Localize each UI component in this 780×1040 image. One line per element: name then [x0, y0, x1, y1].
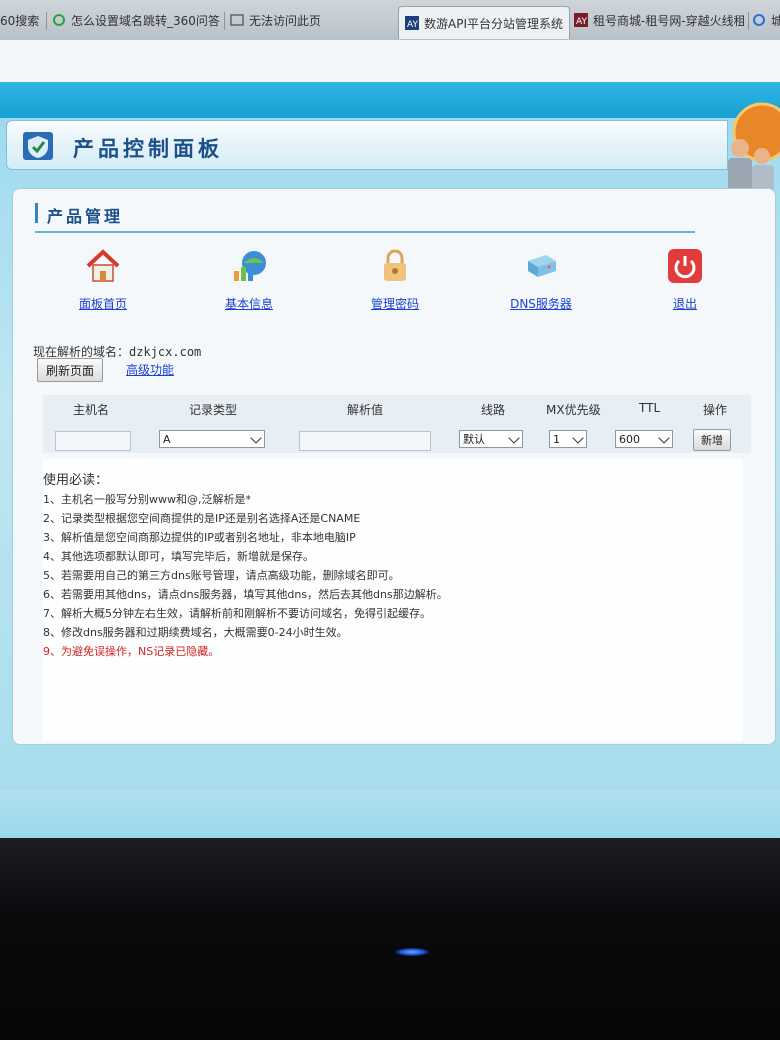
note-item: 2、记录类型根据您空间商提供的是IP还是别名选择A还是CNAME — [43, 512, 361, 525]
chevron-down-icon — [658, 432, 670, 444]
monitor-screen: 60搜索 怎么设置域名跳转_360问答 无法访问此页 AY 数游API平台分站管… — [0, 0, 780, 840]
current-domain-value: dzkjcx.com — [129, 345, 202, 359]
nav-item-basic-info[interactable]: 基本信息 — [219, 247, 279, 312]
note-item: 4、其他选项都默认即可，填写完毕后，新增就是保存。 — [43, 550, 314, 563]
note-item: 1、主机名一般写分别www和@,泛解析是* — [43, 493, 251, 506]
tab-label: 城 — [771, 13, 780, 28]
column-header: 操作 — [703, 403, 728, 417]
notes-title: 使用必读： — [43, 473, 109, 488]
column-header: 记录类型 — [189, 403, 238, 417]
ttl-select[interactable]: 600 — [615, 430, 673, 448]
tab-label: 无法访问此页 — [249, 13, 322, 28]
nav-label[interactable]: 基本信息 — [219, 295, 279, 312]
site-logo-icon: AY — [574, 13, 588, 27]
header-banner — [0, 82, 780, 118]
product-management-panel: 产品管理 面板首页 基本信息 管理密码 DNS服务器 退出 现在解析的域名：dz… — [12, 188, 776, 745]
nav-label[interactable]: DNS服务器 — [505, 295, 577, 312]
site-logo-icon: AY — [405, 16, 419, 30]
usage-notes: 使用必读： 1、主机名一般写分别www和@,泛解析是* 2、记录类型根据您空间商… — [43, 459, 743, 741]
browser-tab-bar: 60搜索 怎么设置域名跳转_360问答 无法访问此页 AY 数游API平台分站管… — [0, 0, 780, 41]
nav-label[interactable]: 退出 — [655, 295, 715, 312]
tab-label: 数游API平台分站管理系统 — [424, 16, 563, 31]
ttl-value: 600 — [619, 432, 640, 446]
browser-tab[interactable]: 怎么设置域名跳转_360问答 — [52, 8, 222, 32]
line-select[interactable]: 默认 — [459, 430, 523, 448]
section-accent-bar — [35, 203, 38, 223]
column-header: MX优先级 — [546, 403, 601, 417]
refresh-button[interactable]: 刷新页面 — [37, 358, 103, 382]
tab-label: 60搜索 — [0, 13, 40, 28]
section-header: 产品管理 — [35, 199, 695, 233]
add-record-button[interactable]: 新增 — [693, 429, 731, 451]
browser-tab[interactable]: 60搜索 — [0, 8, 44, 32]
page-top-area — [0, 40, 780, 82]
current-domain-label: 现在解析的域名： — [33, 345, 130, 359]
column-header: TTL — [639, 401, 661, 415]
nav-item-logout[interactable]: 退出 — [655, 247, 715, 312]
record-type-select[interactable]: A — [159, 430, 265, 448]
nav-label[interactable]: 管理密码 — [365, 295, 425, 312]
value-input[interactable] — [299, 431, 431, 451]
column-header: 线路 — [481, 403, 506, 417]
browser-tab[interactable]: 城 — [752, 8, 780, 32]
chevron-down-icon — [250, 432, 262, 444]
browser-tab[interactable]: 无法访问此页 — [230, 8, 390, 32]
mx-priority-select[interactable]: 1 — [549, 430, 587, 448]
control-panel-header: 产品控制面板 — [6, 120, 728, 170]
browser-tab[interactable]: AY 租号商城-租号网-穿越火线租 — [574, 8, 744, 32]
nav-item-home[interactable]: 面板首页 — [73, 247, 133, 312]
power-led-icon — [395, 948, 429, 956]
nav-item-manage-password[interactable]: 管理密码 — [365, 247, 425, 312]
note-item-warning: 9、为避免误操作，NS记录已隐藏。 — [43, 645, 220, 658]
tab-label: 怎么设置域名跳转_360问答 — [71, 13, 220, 28]
monitor-bezel — [0, 838, 780, 1040]
chevron-down-icon — [572, 432, 584, 444]
chevron-down-icon — [508, 432, 520, 444]
page-bottom-area — [0, 790, 780, 840]
advanced-link[interactable]: 高级功能 — [126, 361, 174, 378]
page-title: 产品控制面板 — [73, 137, 223, 161]
power-icon — [668, 249, 702, 283]
home-icon — [86, 249, 120, 282]
record-type-value: A — [163, 432, 171, 446]
svg-text:AY: AY — [407, 20, 418, 30]
page-icon — [230, 14, 244, 26]
info-globe-icon — [234, 251, 266, 281]
note-item: 5、若需要用自己的第三方dns账号管理，请点高级功能，删除域名即可。 — [43, 569, 400, 582]
dns-record-form: 主机名 记录类型 解析值 线路 MX优先级 TTL 操作 A 默认 1 600 … — [43, 395, 751, 453]
server-icon — [528, 255, 556, 277]
note-item: 6、若需要用其他dns，请点dns服务器，填写其他dns，然后去其他dns那边解… — [43, 588, 448, 601]
column-header: 主机名 — [73, 403, 110, 417]
mx-priority-value: 1 — [553, 432, 560, 446]
ie-icon — [753, 14, 765, 26]
lock-icon — [384, 249, 406, 281]
note-item: 7、解析大概5分钟左右生效，请解析前和刚解析不要访问域名，免得引起缓存。 — [43, 607, 431, 620]
svg-text:AY: AY — [576, 17, 587, 27]
nav-label[interactable]: 面板首页 — [73, 295, 133, 312]
column-header: 解析值 — [347, 403, 384, 417]
search-engine-icon — [53, 14, 65, 26]
host-input[interactable] — [55, 431, 131, 451]
browser-tab-active[interactable]: AY 数游API平台分站管理系统 — [398, 6, 570, 39]
line-value: 默认 — [463, 433, 485, 446]
tab-label: 租号商城-租号网-穿越火线租 — [593, 13, 744, 28]
shield-icon — [23, 132, 53, 160]
section-title: 产品管理 — [47, 207, 124, 226]
note-item: 8、修改dns服务器和过期续费域名，大概需要0-24小时生效。 — [43, 626, 348, 639]
nav-item-dns-server[interactable]: DNS服务器 — [505, 247, 577, 312]
note-item: 3、解析值是您空间商那边提供的IP或者别名地址，非本地电脑IP — [43, 531, 356, 544]
